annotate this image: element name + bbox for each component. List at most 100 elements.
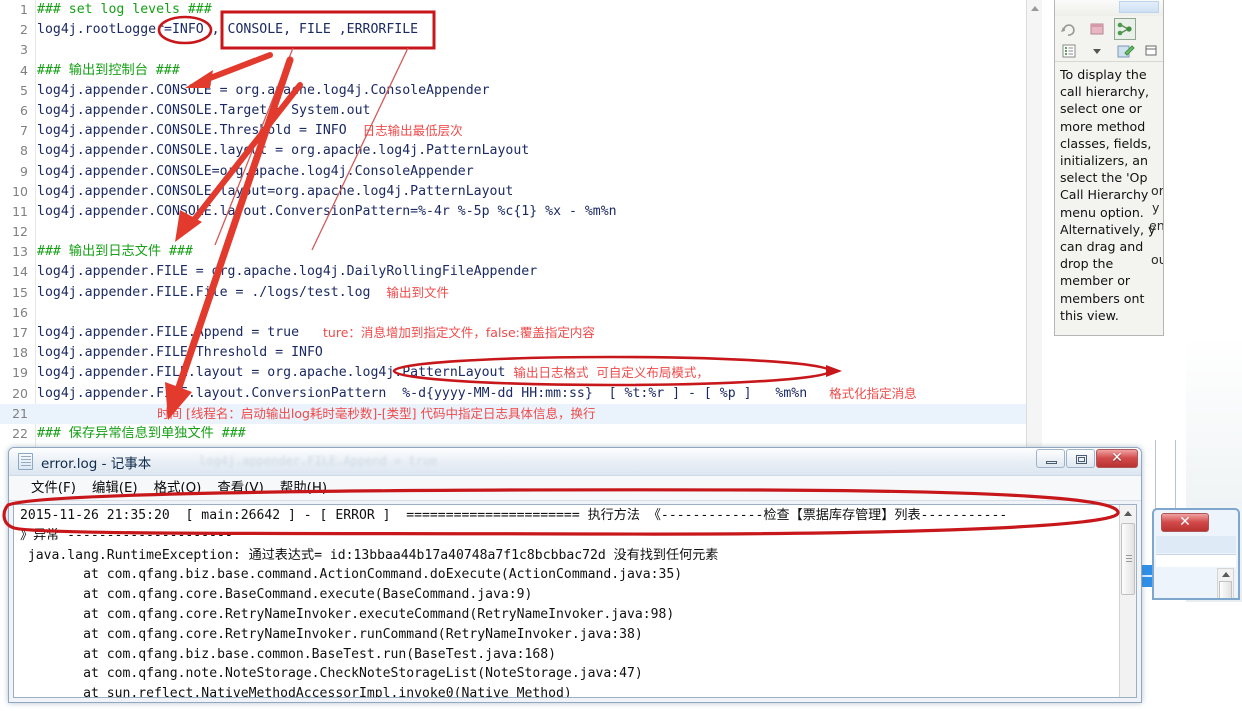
editor-code-lines[interactable]: 1 ### set log levels ### 2 log4j.rootLogger… — [0, 0, 1042, 460]
ghost-text-fragment: ou — [1151, 252, 1163, 267]
call-hierarchy-message-line: drop the — [1060, 256, 1114, 272]
call-hierarchy-message-line: member or — [1060, 273, 1131, 289]
view-tab-selected[interactable] — [1119, 1, 1159, 13]
minimize-glyph-icon — [1046, 461, 1057, 464]
code-line[interactable]: 9 log4j.appender.CONSOLE=org.apache.log4j… — [0, 162, 1042, 182]
list-view-icon[interactable] — [1059, 41, 1079, 61]
line-number: 18 — [12, 345, 28, 361]
code-line[interactable]: 11 log4j.appender.CONSOLE.layout.Conversi… — [0, 202, 1042, 222]
call-hierarchy-message-line: more method — [1060, 118, 1146, 134]
red-annotation-text: ture：消息增加到指定文件，false:覆盖指定内容 — [323, 325, 595, 340]
red-annotation-text: 日志输出最低层次 — [362, 123, 463, 139]
code-text: log4j.appender.FILE.File = ./logs/test.l… — [37, 284, 371, 300]
code-line[interactable]: 19 log4j.appender.FILE.layout = org.apach… — [0, 363, 1042, 383]
menu-item-2[interactable]: 格式(O) — [154, 476, 202, 501]
minimize-view-icon[interactable] — [1141, 40, 1161, 60]
notepad-text-area[interactable]: 2015-11-26 21:35:20 [ main:26642 ] - [ E… — [13, 504, 1137, 698]
new-search-icon[interactable] — [1115, 41, 1135, 61]
code-line[interactable]: 12 — [0, 222, 1042, 242]
refresh-icon[interactable] — [1059, 19, 1079, 39]
line-number: 5 — [20, 82, 28, 98]
code-line[interactable]: 17 log4j.appender.FILE.Append = true ture：… — [0, 323, 1042, 343]
notepad-line: at com.qfang.core.RetryNameInvoker.execu… — [20, 606, 675, 622]
code-line[interactable]: 3 — [0, 40, 1042, 60]
notepad-menu-bar[interactable]: 文件(F) 编辑(E) 格式(O) 查看(V) 帮助(H) — [9, 476, 1141, 501]
line-number: 21 — [12, 405, 28, 421]
code-line[interactable]: 18 log4j.appender.FILE.Threshold = INFO — [0, 343, 1042, 363]
dropdown-arrow-icon[interactable] — [1087, 41, 1107, 61]
code-line[interactable]: 5 log4j.appender.CONSOLE = org.apache.log… — [0, 81, 1042, 101]
code-line[interactable]: 22 ### 保存异常信息到单独文件 ### — [0, 424, 1042, 444]
call-hierarchy-icon[interactable] — [1114, 17, 1137, 40]
call-hierarchy-message-line: select one or — [1060, 101, 1142, 117]
minimize-button[interactable] — [1036, 449, 1065, 468]
background-dialog-strip-2 — [1156, 554, 1236, 567]
code-line[interactable]: 14 log4j.appender.FILE = org.apache.log4j… — [0, 262, 1042, 282]
code-text: log4j.appender.FILE.Threshold = INFO — [37, 345, 323, 361]
line-number: 4 — [20, 62, 28, 78]
call-hierarchy-view[interactable]: To display the call hierarchy, select one … — [1054, 0, 1164, 336]
editor-vertical-scrollbar[interactable] — [1026, 0, 1042, 460]
background-dialog-close-button[interactable]: ✕ — [1161, 513, 1209, 532]
line-number: 9 — [20, 163, 28, 179]
notepad-vertical-scrollbar[interactable] — [1119, 505, 1136, 697]
background-divider-2 — [1175, 440, 1176, 510]
notepad-line: 》异常 --------------------- — [20, 527, 233, 543]
code-line[interactable]: 2 log4j.rootLogger=INFO , CONSOLE, FILE ,… — [0, 20, 1042, 40]
code-line[interactable]: 4 ### 输出到控制台 ### — [0, 61, 1042, 81]
menu-item-4[interactable]: 帮助(H) — [280, 476, 327, 501]
maximize-button[interactable] — [1066, 449, 1095, 468]
notepad-line: java.lang.RuntimeException: 通过表达式= id:13… — [20, 547, 719, 563]
line-number: 11 — [12, 203, 28, 219]
code-line[interactable]: 10 log4j.appender.CONSOLE.layout=org.apac… — [0, 182, 1042, 202]
code-line[interactable]: 8 log4j.appender.CONSOLE.layout = org.apa… — [0, 141, 1042, 161]
code-line[interactable]: 7 log4j.appender.CONSOLE.Threshold = INFO… — [0, 121, 1042, 141]
scroll-up-arrow-icon[interactable] — [1030, 6, 1039, 11]
code-text: ### 输出到控制台 ### — [37, 62, 180, 78]
scroll-thumb[interactable] — [1121, 523, 1135, 595]
scroll-up-arrow-icon[interactable] — [1221, 572, 1230, 577]
code-text: ### 输出到日志文件 ### — [37, 244, 193, 260]
code-line[interactable]: 13 ### 输出到日志文件 ### — [0, 242, 1042, 262]
notepad-window-buttons[interactable]: ✕ — [1035, 449, 1138, 468]
call-hierarchy-message-line: this view. — [1060, 307, 1119, 323]
code-line[interactable]: 15 log4j.appender.FILE.File = ./logs/test… — [0, 283, 1042, 303]
call-hierarchy-message-line: Call Hierarchy — [1060, 187, 1149, 203]
code-line[interactable]: 21 时间 [线程名：启动输出log耗时毫秒数]-[类型] 代码中指定日志具体信息… — [0, 403, 1042, 424]
notepad-document-icon — [18, 453, 33, 470]
code-line[interactable]: 6 log4j.appender.CONSOLE.Target = System.… — [0, 101, 1042, 121]
background-dialog-window[interactable]: ✕ — [1152, 508, 1240, 600]
code-line[interactable]: 20 log4j.appender.FILE.layout.ConversionP… — [0, 384, 1042, 404]
screenshot-root: 1 ### set log levels ### 2 log4j.rootLogger… — [0, 0, 1242, 711]
pin-icon[interactable] — [1087, 19, 1107, 39]
call-hierarchy-message: To display the call hierarchy, select one … — [1060, 66, 1163, 324]
scroll-up-arrow-icon[interactable] — [1124, 511, 1132, 516]
line-number: 13 — [12, 244, 28, 260]
ghost-text-fragment: or — [1151, 183, 1164, 198]
menu-item-3[interactable]: 查看(V) — [217, 476, 263, 501]
ghost-text-fragment: y — [1152, 200, 1160, 215]
line-number: 8 — [20, 143, 28, 159]
line-number: 7 — [20, 123, 28, 139]
view-tab-strip[interactable] — [1055, 0, 1163, 16]
view-toolbar[interactable] — [1055, 17, 1163, 62]
line-number: 17 — [12, 325, 28, 340]
code-line[interactable]: 16 — [0, 303, 1042, 323]
notepad-line: at com.qfang.core.BaseCommand.execute(Ba… — [20, 587, 533, 603]
notepad-title-bar[interactable]: error.log - 记事本 log4j.appender.FILE.Appe… — [9, 448, 1141, 476]
code-text: log4j.appender.CONSOLE.layout=org.apache… — [37, 183, 514, 199]
code-editor-pane[interactable]: 1 ### set log levels ### 2 log4j.rootLogger… — [0, 0, 1042, 460]
menu-item-0[interactable]: 文件(F) — [31, 476, 76, 501]
close-button[interactable]: ✕ — [1096, 449, 1138, 468]
menu-item-1[interactable]: 编辑(E) — [92, 476, 138, 501]
line-number: 3 — [20, 42, 28, 58]
code-line[interactable]: 1 ### set log levels ### — [0, 0, 1042, 20]
notepad-line: at com.qfang.biz.base.common.BaseTest.ru… — [20, 646, 557, 662]
notepad-line: at com.qfang.biz.base.command.ActionComm… — [20, 567, 683, 583]
background-dialog-scrollbar[interactable] — [1217, 568, 1234, 598]
line-number: 15 — [12, 284, 28, 300]
notepad-window[interactable]: error.log - 记事本 log4j.appender.FILE.Appe… — [8, 447, 1142, 703]
code-text: log4j.appender.FILE.layout = org.apache.… — [37, 365, 506, 381]
scroll-thumb[interactable] — [1219, 581, 1232, 598]
notepad-text-content[interactable]: 2015-11-26 21:35:20 [ main:26642 ] - [ E… — [20, 506, 1116, 697]
